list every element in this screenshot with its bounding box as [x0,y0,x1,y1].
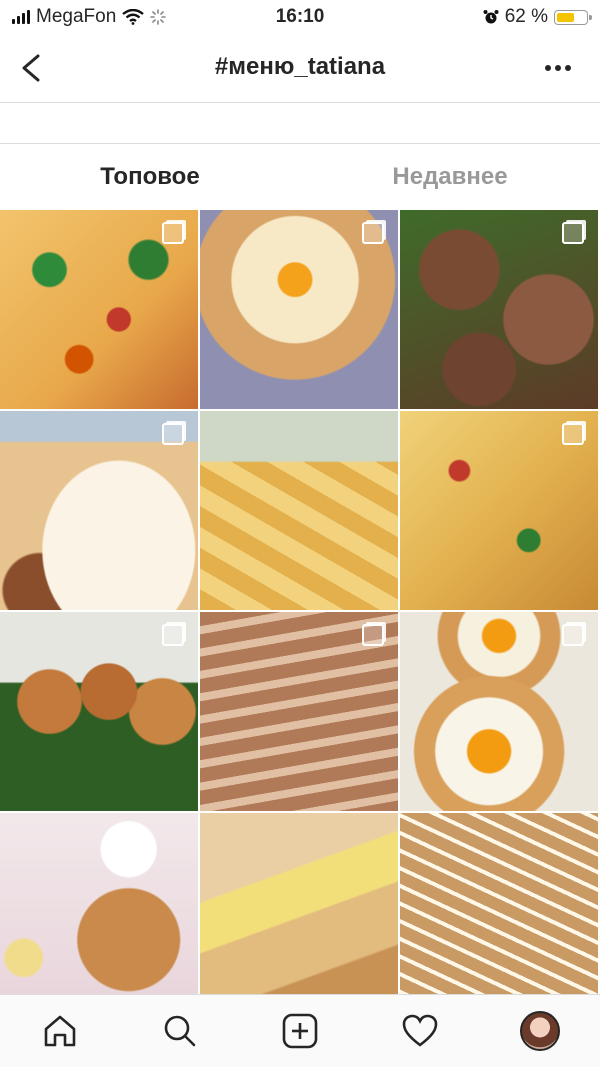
add-post-icon[interactable] [276,1007,324,1055]
tab-top[interactable]: Топовое [0,144,300,210]
battery-group: 62 % [483,6,592,28]
page-title: #меню_tatiana [214,53,386,80]
post-thumbnail[interactable] [400,612,598,811]
home-icon[interactable] [36,1007,84,1055]
multi-photo-icon [362,624,384,646]
search-icon[interactable] [156,1007,204,1055]
multi-photo-icon [162,624,184,646]
alarm-icon [483,10,499,24]
post-thumbnail[interactable] [400,813,598,994]
multi-photo-icon [162,222,184,244]
more-dots-icon[interactable] [528,48,588,88]
battery-icon [554,9,592,25]
bottom-tab-bar [0,994,600,1067]
post-thumbnail[interactable] [0,813,198,994]
status-bar: MegaFon 16:10 62 % [0,0,600,34]
post-thumbnail[interactable] [200,813,398,994]
multi-photo-icon [162,423,184,445]
header-info-strip [0,103,600,144]
feed-tabs: Топовое Недавнее [0,144,600,210]
avatar [520,1011,560,1051]
post-thumbnail[interactable] [400,411,598,610]
post-thumbnail[interactable] [200,411,398,610]
multi-photo-icon [362,222,384,244]
multi-photo-icon [562,624,584,646]
profile-avatar[interactable] [516,1007,564,1055]
post-thumbnail[interactable] [0,612,198,811]
hashtag-header: #меню_tatiana [0,34,600,103]
multi-photo-icon [562,222,584,244]
post-thumbnail[interactable] [200,210,398,409]
battery-percent: 62 % [504,6,548,27]
post-thumbnail[interactable] [400,210,598,409]
heart-icon[interactable] [396,1007,444,1055]
posts-grid [0,210,600,994]
post-thumbnail[interactable] [0,210,198,409]
post-thumbnail[interactable] [0,411,198,610]
tab-recent[interactable]: Недавнее [300,144,600,210]
post-thumbnail[interactable] [200,612,398,811]
multi-photo-icon [562,423,584,445]
